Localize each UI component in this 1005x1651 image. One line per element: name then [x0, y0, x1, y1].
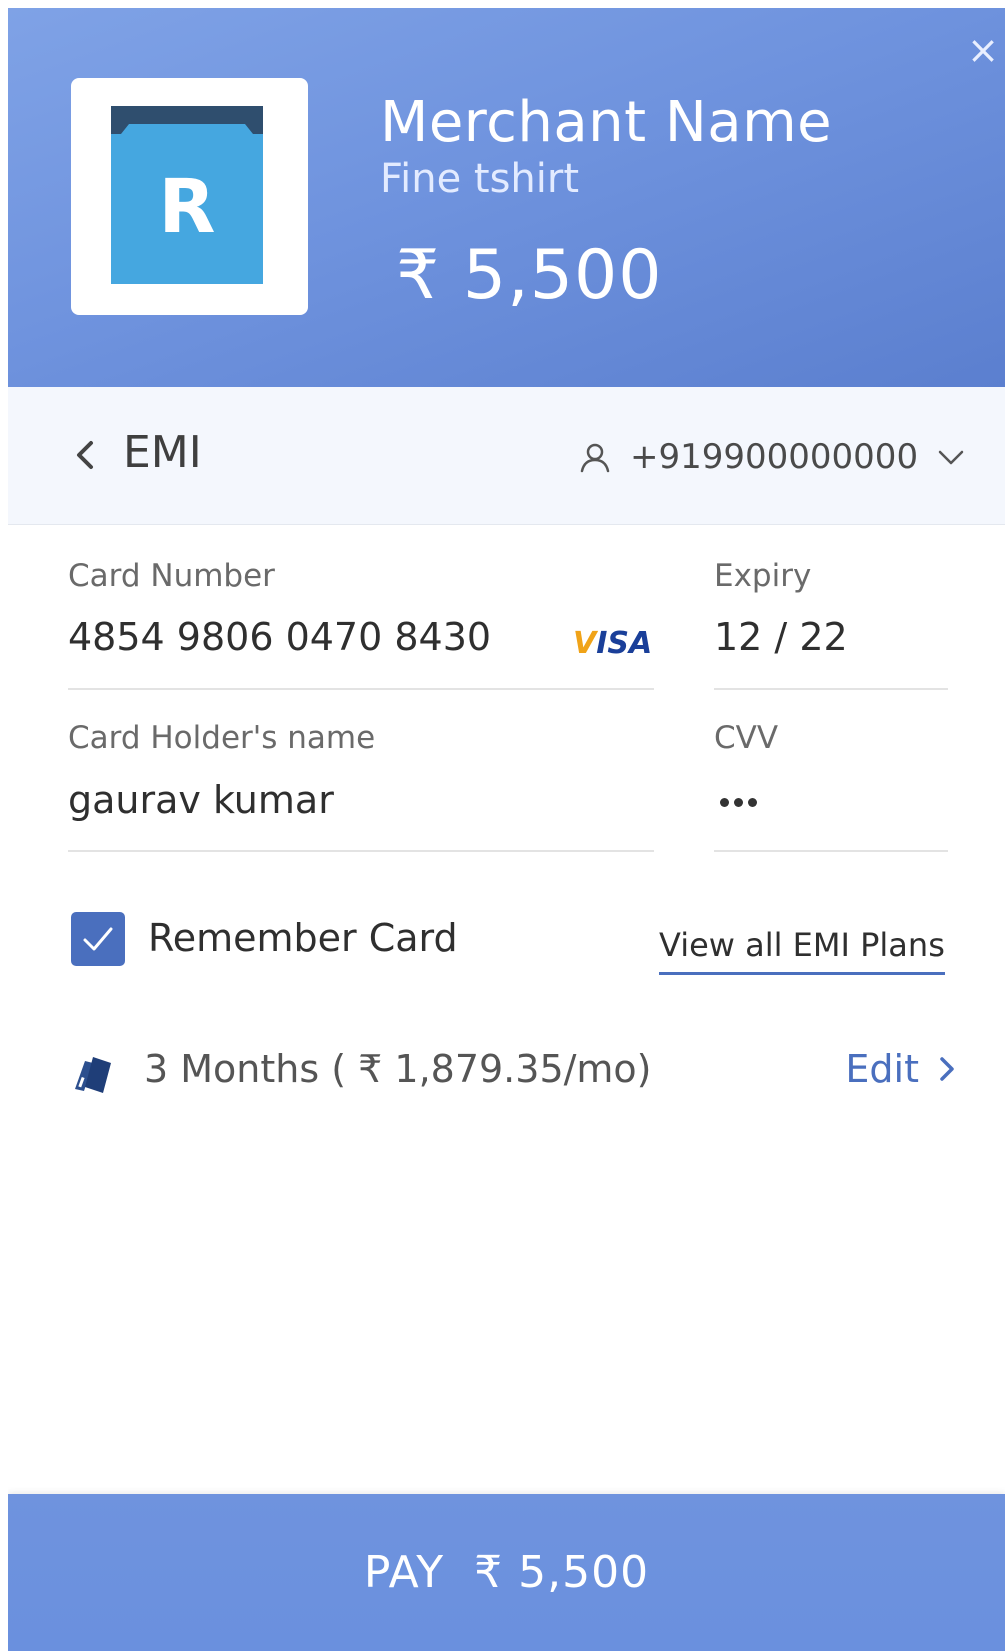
- card-holder-underline: [68, 850, 654, 852]
- expiry-label: Expiry: [714, 558, 812, 594]
- checkmark-icon: [83, 927, 113, 951]
- merchant-header: × R Merchant Name Fine tshirt ₹ 5,500: [8, 8, 1005, 387]
- cards-icon: [75, 1057, 111, 1093]
- product-name: Fine tshirt: [380, 156, 580, 202]
- contact-selector[interactable]: +919900000000: [578, 437, 966, 477]
- close-icon[interactable]: ×: [963, 30, 1003, 70]
- edit-label: Edit: [845, 1047, 919, 1091]
- view-all-emi-plans-link[interactable]: View all EMI Plans: [659, 926, 945, 975]
- card-holder-field[interactable]: gaurav kumar: [68, 778, 334, 822]
- order-amount: ₹ 5,500: [396, 236, 663, 315]
- card-holder-label: Card Holder's name: [68, 720, 376, 756]
- pay-button[interactable]: PAY ₹ 5,500: [8, 1494, 1005, 1651]
- remember-card-checkbox[interactable]: [71, 912, 125, 966]
- chevron-down-icon: [938, 450, 964, 465]
- merchant-name: Merchant Name: [380, 90, 833, 155]
- cvv-field[interactable]: [720, 792, 762, 811]
- emi-plan-text: 3 Months ( ₹ 1,879.35/mo): [144, 1047, 652, 1091]
- card-number-underline: [68, 688, 654, 690]
- merchant-logo: R: [71, 78, 308, 315]
- card-number-label: Card Number: [68, 558, 275, 594]
- back-chevron-icon[interactable]: [68, 437, 104, 473]
- cvv-underline: [714, 850, 948, 852]
- logo-letter: R: [159, 164, 216, 250]
- edit-plan-button[interactable]: Edit: [845, 1047, 955, 1091]
- expiry-underline: [714, 688, 948, 690]
- chevron-right-icon: [940, 1057, 954, 1081]
- visa-logo: VISA: [573, 626, 653, 661]
- checkout-modal: × R Merchant Name Fine tshirt ₹ 5,500 EM…: [8, 8, 1005, 1651]
- merchant-logo-icon: R: [111, 106, 263, 284]
- user-icon: [580, 443, 610, 473]
- remember-card-label[interactable]: Remember Card: [148, 916, 458, 960]
- card-number-field[interactable]: 4854 9806 0470 8430: [68, 615, 491, 659]
- method-navbar: EMI +919900000000: [8, 387, 1005, 525]
- contact-number: +919900000000: [630, 437, 919, 477]
- cvv-label: CVV: [714, 720, 779, 756]
- selected-emi-plan: 3 Months ( ₹ 1,879.35/mo) Edit: [71, 1043, 955, 1103]
- pay-button-label: PAY ₹ 5,500: [363, 1547, 650, 1598]
- page-title: EMI: [123, 427, 202, 478]
- expiry-field[interactable]: 12 / 22: [714, 615, 848, 659]
